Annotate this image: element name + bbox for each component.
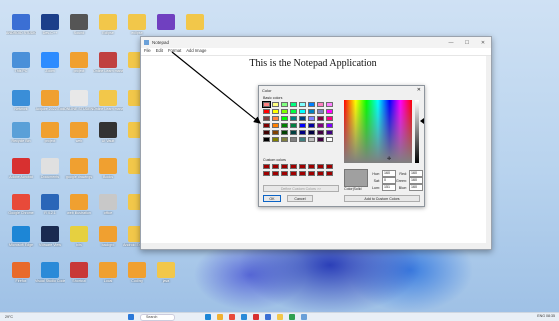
system-tray[interactable]: ENG 08:35 xyxy=(537,314,555,318)
edge-icon[interactable] xyxy=(205,314,211,320)
weather-widget[interactable]: 29°C xyxy=(5,315,13,319)
app-icon[interactable] xyxy=(289,314,295,320)
chrome-icon[interactable] xyxy=(229,314,235,320)
folder-icon[interactable] xyxy=(277,314,283,320)
annotation-arrow xyxy=(171,51,261,124)
acrobat-icon[interactable] xyxy=(253,314,259,320)
app-icon[interactable] xyxy=(265,314,271,320)
file-explorer-icon[interactable] xyxy=(217,314,223,320)
notepad-taskbar-icon[interactable] xyxy=(301,314,307,320)
start-icon[interactable] xyxy=(128,314,134,320)
vscode-icon[interactable] xyxy=(241,314,247,320)
